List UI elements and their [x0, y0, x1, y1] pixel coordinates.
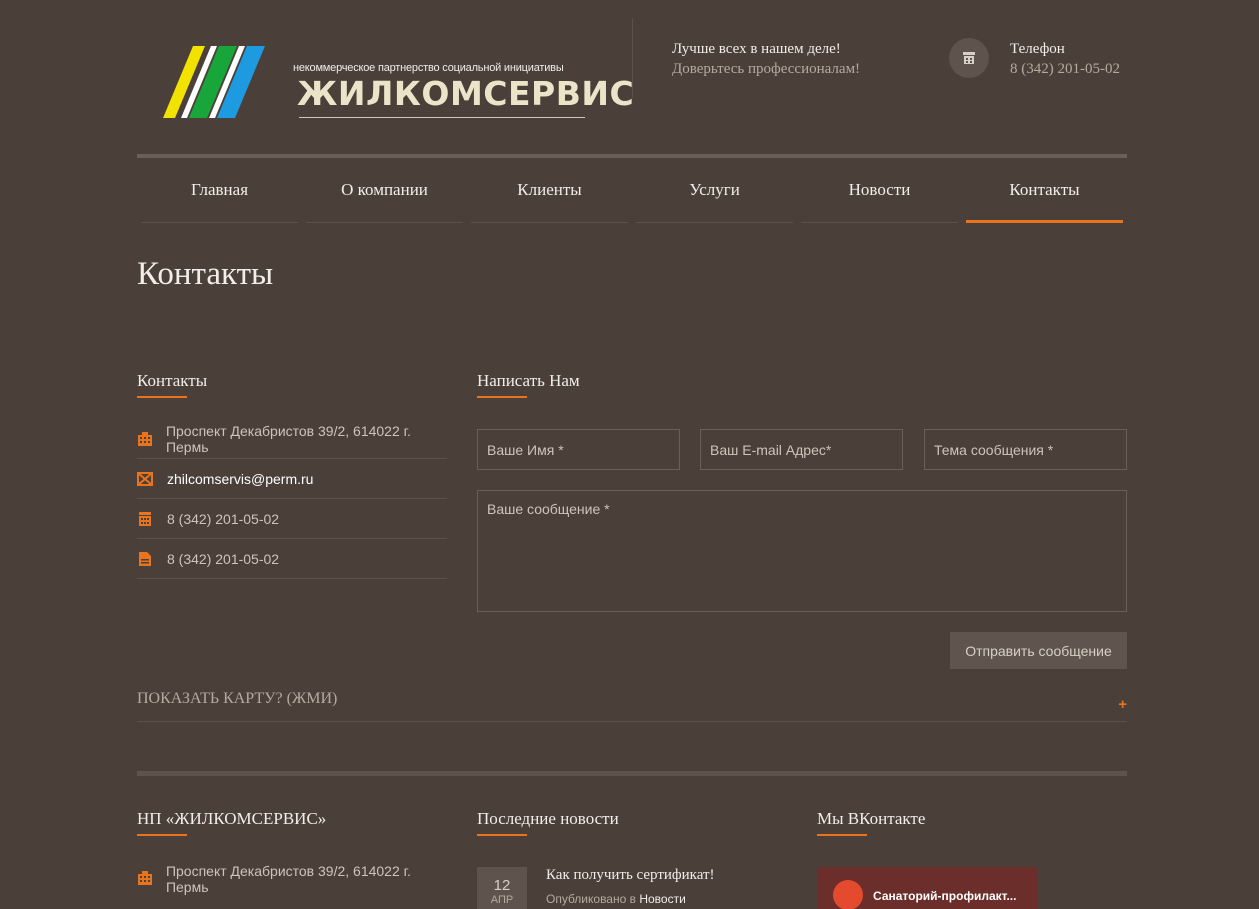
logo-stripes-icon	[163, 46, 265, 118]
contact-list: Проспект Декабристов 39/2, 614022 г. Пер…	[137, 419, 447, 579]
logo[interactable]: некоммерческое партнерство социальной ин…	[159, 44, 634, 124]
contact-email[interactable]: zhilcomservis@perm.ru	[137, 459, 447, 499]
footer-news-heading-underline	[477, 834, 527, 836]
contact-fax: 8 (342) 201-05-02	[137, 539, 447, 579]
message-textarea[interactable]	[477, 490, 1127, 612]
nav-item-news[interactable]: Новости	[801, 158, 958, 223]
logo-title: ЖИЛКОМСЕРВИС	[297, 74, 635, 113]
phone-icon	[963, 52, 975, 64]
nav-item-about[interactable]: О компании	[306, 158, 463, 223]
contact-fax-text: 8 (342) 201-05-02	[167, 550, 280, 567]
nav-item-contacts[interactable]: Контакты	[966, 158, 1123, 223]
footer-news-heading: Последние новости	[477, 809, 619, 828]
phone-icon	[137, 511, 167, 527]
nav-item-home[interactable]: Главная	[141, 158, 298, 223]
footer-vk-heading: Мы ВКонтакте	[817, 809, 926, 828]
news-month: АПР	[490, 894, 514, 906]
contact-address-text: Проспект Декабристов 39/2, 614022 г. Пер…	[165, 422, 411, 455]
contact-address: Проспект Декабристов 39/2, 614022 г. Пер…	[137, 419, 447, 459]
news-day: 12	[493, 877, 511, 894]
news-date-badge: 12 АПР	[477, 867, 527, 909]
news-headline-link[interactable]: Как получить сертификат!	[546, 867, 715, 884]
contacts-heading: Контакты	[137, 371, 208, 390]
contacts-heading-underline	[137, 396, 187, 398]
vk-group-avatar	[833, 880, 863, 909]
name-input[interactable]	[477, 429, 680, 470]
news-meta: Опубликовано в Новости	[546, 892, 686, 906]
envelope-icon	[137, 471, 167, 486]
main-nav: Главная О компании Клиенты Услуги Новост…	[137, 158, 1127, 223]
logo-underline	[299, 117, 585, 118]
phone-label: Телефон	[1010, 41, 1065, 57]
header-divider	[632, 18, 633, 98]
nav-item-services[interactable]: Услуги	[636, 158, 793, 223]
nav-item-clients[interactable]: Клиенты	[471, 158, 628, 223]
footer-vk-heading-underline	[817, 834, 867, 836]
show-map-toggle[interactable]: ПОКАЗАТЬ КАРТУ? (ЖМИ) +	[137, 690, 1127, 722]
page-title: Контакты	[137, 256, 274, 292]
plus-icon[interactable]: +	[1118, 696, 1127, 713]
site-header: некоммерческое партнерство социальной ин…	[137, 0, 1127, 155]
tagline-secondary: Доверьтесь профессионалам!	[672, 61, 861, 77]
fax-icon	[137, 551, 167, 567]
footer-org-heading: НП «ЖИЛКОМСЕРВИС»	[137, 809, 327, 828]
footer-divider	[137, 771, 1127, 776]
phone-number[interactable]: 8 (342) 201-05-02	[1010, 59, 1120, 79]
footer-address: Проспект Декабристов 39/2, 614022 г. Пер…	[137, 863, 447, 895]
news-meta-prefix: Опубликовано в	[546, 892, 636, 906]
send-message-button[interactable]: Отправить сообщение	[950, 632, 1127, 669]
show-map-label: ПОКАЗАТЬ КАРТУ? (ЖМИ)	[137, 690, 338, 707]
vk-group-name: Санаторий-профилакт...	[873, 889, 1017, 903]
logo-subtitle: некоммерческое партнерство социальной ин…	[293, 62, 564, 74]
contact-phone-text: 8 (342) 201-05-02	[167, 510, 280, 527]
footer-org-heading-underline	[137, 834, 187, 836]
email-input[interactable]	[700, 429, 903, 470]
form-heading-underline	[477, 396, 527, 398]
vk-group-widget[interactable]: Санаторий-профилакт...	[817, 867, 1037, 909]
contact-email-text[interactable]: zhilcomservis@perm.ru	[167, 471, 313, 487]
subject-input[interactable]	[924, 429, 1127, 470]
header-phone: Телефон 8 (342) 201-05-02	[1010, 39, 1120, 79]
form-heading: Написать Нам	[477, 371, 580, 390]
building-icon	[137, 870, 166, 889]
tagline-primary: Лучше всех в нашем деле!	[672, 41, 841, 57]
tagline: Лучше всех в нашем деле! Доверьтесь проф…	[672, 39, 860, 79]
news-category-link[interactable]: Новости	[639, 892, 685, 906]
building-icon	[137, 431, 166, 447]
footer-address-text: Проспект Декабристов 39/2, 614022 г. Пер…	[165, 863, 411, 895]
contact-phone: 8 (342) 201-05-02	[137, 499, 447, 539]
phone-badge	[949, 38, 989, 78]
